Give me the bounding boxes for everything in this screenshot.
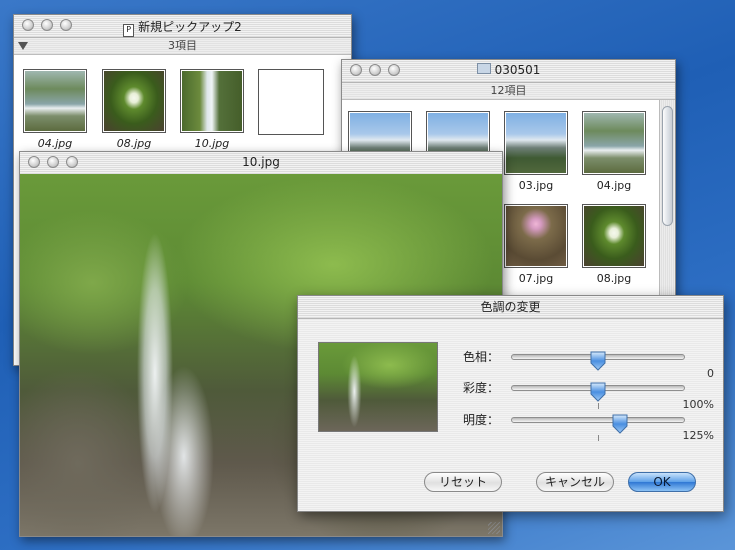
image-window-title: 10.jpg xyxy=(242,155,280,169)
thumbnail-image xyxy=(506,206,566,266)
folder-window-titlebar[interactable]: 030501 xyxy=(342,60,675,83)
pickup-window-title: P 新規ピックアップ2 xyxy=(14,18,351,37)
color-adjust-dialog: 色調の変更 色相： 0 彩度： 100% 明度： 125% リセット キャンセル… xyxy=(297,295,724,512)
thumbnail-04[interactable] xyxy=(582,111,646,175)
thumbnail-08[interactable] xyxy=(582,204,646,268)
folder-window-title: 030501 xyxy=(342,63,675,77)
saturation-default-tick xyxy=(598,403,599,409)
thumbnail-label[interactable]: 04.jpg xyxy=(15,137,95,150)
thumbnail-label[interactable]: 08.jpg xyxy=(94,137,174,150)
folder-icon xyxy=(476,63,491,74)
brightness-slider[interactable] xyxy=(511,417,685,423)
disclosure-triangle-icon[interactable] xyxy=(18,42,28,50)
preview-image xyxy=(318,342,438,432)
folder-window-status: 12項目 xyxy=(342,83,675,100)
hue-value: 0 xyxy=(707,367,714,380)
brightness-label: 明度： xyxy=(463,413,500,427)
pickup-window-titlebar[interactable]: P 新規ピックアップ2 xyxy=(14,15,351,38)
thumbnail-image xyxy=(506,113,566,173)
brightness-value: 125% xyxy=(682,429,714,442)
thumbnail-07[interactable] xyxy=(504,204,568,268)
thumbnail-label[interactable]: 10.jpg xyxy=(172,137,252,150)
thumbnail-label[interactable]: 07.jpg xyxy=(496,272,576,285)
vertical-scrollbar[interactable] xyxy=(659,100,675,320)
thumbnail-image xyxy=(584,206,644,266)
scrollbar-thumb[interactable] xyxy=(662,106,673,226)
pickup-window-status: 3項目 xyxy=(14,38,351,55)
saturation-label: 彩度： xyxy=(463,381,500,395)
reset-button[interactable]: リセット xyxy=(424,472,502,492)
resize-grip-icon[interactable] xyxy=(488,522,500,534)
brightness-slider-knob[interactable] xyxy=(612,414,628,434)
saturation-value: 100% xyxy=(682,398,714,411)
empty-slot xyxy=(258,69,324,135)
thumbnail-image xyxy=(182,71,242,131)
cancel-button[interactable]: キャンセル xyxy=(536,472,614,492)
thumbnail-image xyxy=(584,113,644,173)
thumbnail-label[interactable]: 08.jpg xyxy=(574,272,654,285)
hue-label: 色相： xyxy=(463,350,500,364)
saturation-slider-knob[interactable] xyxy=(590,382,606,402)
thumbnail-04[interactable] xyxy=(23,69,87,133)
hue-slider-knob[interactable] xyxy=(590,351,606,371)
document-icon: P xyxy=(123,24,135,37)
image-window-titlebar[interactable]: 10.jpg xyxy=(20,152,502,175)
thumbnail-image xyxy=(25,71,85,131)
thumbnail-label[interactable]: 03.jpg xyxy=(496,179,576,192)
thumbnail-08[interactable] xyxy=(102,69,166,133)
thumbnail-10[interactable] xyxy=(180,69,244,133)
dialog-title: 色調の変更 xyxy=(298,296,723,319)
ok-button[interactable]: OK xyxy=(628,472,696,492)
brightness-default-tick xyxy=(598,435,599,441)
thumbnail-image xyxy=(104,71,164,131)
thumbnail-03[interactable] xyxy=(504,111,568,175)
thumbnail-label[interactable]: 04.jpg xyxy=(574,179,654,192)
